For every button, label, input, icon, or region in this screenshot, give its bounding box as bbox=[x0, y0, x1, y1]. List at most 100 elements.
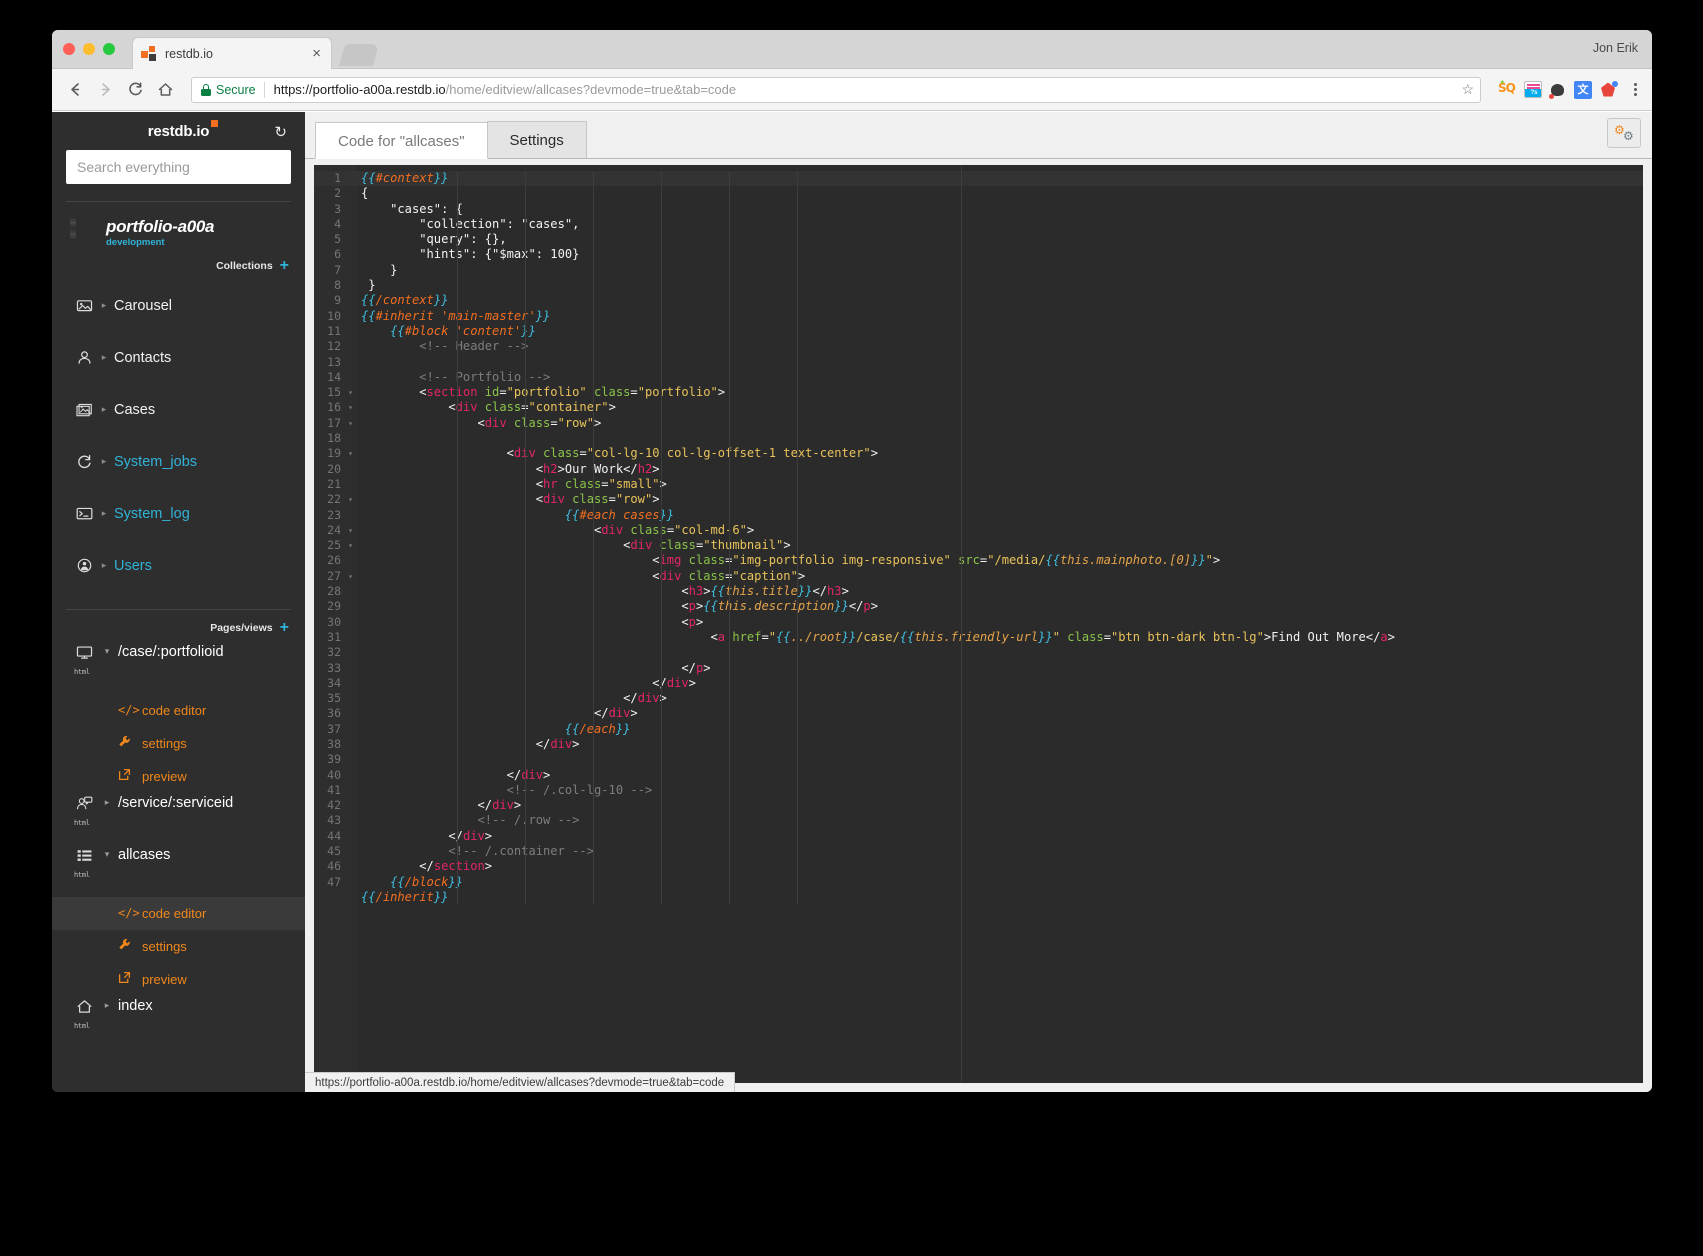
tab-settings[interactable]: Settings bbox=[486, 121, 587, 158]
code-line[interactable]: <a href="{{../root}}/case/{{this.friendl… bbox=[357, 630, 1643, 645]
restdb-brand-logo[interactable]: restdb.io bbox=[148, 119, 219, 140]
tab-code-for-allcases[interactable]: Code for "allcases" bbox=[315, 122, 488, 159]
add-page-button[interactable]: + bbox=[280, 619, 289, 636]
page-item-service-serviceid[interactable]: html ▸/service/:serviceid bbox=[52, 793, 305, 845]
code-line[interactable]: </section> bbox=[357, 859, 1643, 874]
search-input[interactable] bbox=[66, 150, 291, 184]
close-tab-icon[interactable]: × bbox=[310, 46, 323, 61]
extension-red-icon[interactable] bbox=[1599, 80, 1618, 99]
code-line[interactable]: <div class="thumbnail"> bbox=[357, 538, 1643, 553]
code-line[interactable]: <!-- /.row --> bbox=[357, 813, 1643, 828]
reload-button[interactable] bbox=[122, 77, 148, 103]
extension-bird-icon[interactable] bbox=[1549, 81, 1567, 99]
page-item-index[interactable]: html ▸ index bbox=[52, 996, 305, 1048]
page-expand-caret[interactable]: ▾ bbox=[96, 646, 118, 657]
code-line[interactable]: {{/context}} bbox=[357, 293, 1643, 308]
page-item-case-portfolioid[interactable]: html ▾/case/:portfolioid bbox=[52, 642, 305, 694]
code-line[interactable]: { bbox=[357, 186, 1643, 201]
extension-sq-icon[interactable]: ✦ SQ bbox=[1498, 78, 1517, 99]
collection-item-contacts[interactable]: ▸ Contacts bbox=[52, 332, 305, 384]
code-line[interactable]: <!-- /.col-lg-10 --> bbox=[357, 783, 1643, 798]
fold-caret-icon[interactable]: ▾ bbox=[348, 385, 353, 400]
code-line[interactable]: {{/block}} bbox=[357, 875, 1643, 890]
collection-item-system_jobs[interactable]: ▸ System_jobs bbox=[52, 436, 305, 488]
code-line[interactable]: </div> bbox=[357, 691, 1643, 706]
fold-caret-icon[interactable]: ▾ bbox=[348, 523, 353, 538]
code-line[interactable]: <div class="row"> bbox=[357, 416, 1643, 431]
page-item-allcases[interactable]: html ▾ allcases bbox=[52, 845, 305, 897]
code-line[interactable]: <p> bbox=[357, 615, 1643, 630]
code-line[interactable]: <section id="portfolio" class="portfolio… bbox=[357, 385, 1643, 400]
code-line[interactable]: <div class="row"> bbox=[357, 492, 1643, 507]
browser-profile-name[interactable]: Jon Erik bbox=[1593, 41, 1638, 55]
code-line[interactable] bbox=[357, 645, 1643, 660]
code-line[interactable]: "query": {}, bbox=[357, 232, 1643, 247]
collection-item-cases[interactable]: ▸ Cases bbox=[52, 384, 305, 436]
code-line[interactable]: } bbox=[357, 263, 1643, 278]
address-bar[interactable]: Secure https://portfolio-a00a.restdb.io/… bbox=[191, 76, 1481, 103]
collection-expand-caret[interactable]: ▸ bbox=[94, 508, 114, 519]
extension-translate-icon[interactable]: 文 bbox=[1574, 80, 1592, 99]
code-line[interactable]: <!-- Header --> bbox=[357, 339, 1643, 354]
code-line[interactable]: <div class="container"> bbox=[357, 400, 1643, 415]
settings-gear-button[interactable]: ⚙ ⚙ bbox=[1607, 118, 1641, 148]
code-line[interactable] bbox=[357, 355, 1643, 370]
code-line[interactable]: "hints": {"$max": 100} bbox=[357, 247, 1643, 262]
database-block[interactable]: portfolio-a00a development bbox=[52, 202, 305, 248]
fold-caret-icon[interactable]: ▾ bbox=[348, 400, 353, 415]
code-line[interactable]: {{/inherit}} bbox=[357, 890, 1643, 905]
page-allcases-settings[interactable]: settings bbox=[52, 930, 305, 963]
code-line[interactable]: <div class="col-md-6"> bbox=[357, 523, 1643, 538]
code-line[interactable]: <div class="col-lg-10 col-lg-offset-1 te… bbox=[357, 446, 1643, 461]
collection-expand-caret[interactable]: ▸ bbox=[94, 560, 114, 571]
page-allcases-code-editor[interactable]: </> code editor bbox=[52, 896, 305, 930]
bookmark-star-icon[interactable]: ☆ bbox=[1461, 81, 1474, 98]
code-line[interactable]: <!-- /.container --> bbox=[357, 844, 1643, 859]
code-line[interactable]: {{/each}} bbox=[357, 722, 1643, 737]
page-case-portfolioid-settings[interactable]: settings bbox=[52, 727, 305, 760]
browser-tab[interactable]: restdb.io × bbox=[132, 37, 332, 69]
code-line[interactable]: "cases": { bbox=[357, 202, 1643, 217]
page-case-portfolioid-preview[interactable]: preview bbox=[52, 760, 305, 793]
back-button[interactable] bbox=[62, 77, 88, 103]
page-expand-caret[interactable]: ▸ bbox=[96, 1000, 118, 1011]
code-line[interactable]: "collection": "cases", bbox=[357, 217, 1643, 232]
editor-code-content[interactable]: {{#context}}{ "cases": { "collection": "… bbox=[357, 165, 1643, 1083]
collection-item-system_log[interactable]: ▸ System_log bbox=[52, 488, 305, 540]
fold-caret-icon[interactable]: ▾ bbox=[348, 446, 353, 461]
code-line[interactable]: <!-- Portfolio --> bbox=[357, 370, 1643, 385]
code-line[interactable]: <img class="img-portfolio img-responsive… bbox=[357, 553, 1643, 568]
code-line[interactable]: <div class="caption"> bbox=[357, 569, 1643, 584]
sidebar-refresh-icon[interactable]: ↻ bbox=[274, 123, 287, 141]
code-line[interactable]: </div> bbox=[357, 706, 1643, 721]
code-line[interactable]: </div> bbox=[357, 798, 1643, 813]
collection-expand-caret[interactable]: ▸ bbox=[94, 456, 114, 467]
collection-item-carousel[interactable]: ▸ Carousel bbox=[52, 280, 305, 332]
extension-notes-icon[interactable]: ?s bbox=[1524, 81, 1542, 98]
chrome-menu-button[interactable] bbox=[1629, 80, 1642, 99]
page-allcases-preview[interactable]: preview bbox=[52, 963, 305, 996]
collection-expand-caret[interactable]: ▸ bbox=[94, 300, 114, 311]
code-line[interactable]: <hr class="small"> bbox=[357, 477, 1643, 492]
code-line[interactable]: </div> bbox=[357, 737, 1643, 752]
collection-item-users[interactable]: ▸ Users bbox=[52, 540, 305, 592]
page-expand-caret[interactable]: ▾ bbox=[96, 849, 118, 860]
code-line[interactable]: <h3>{{this.title}}</h3> bbox=[357, 584, 1643, 599]
code-line[interactable]: </div> bbox=[357, 768, 1643, 783]
new-tab-button[interactable] bbox=[338, 44, 380, 66]
code-line[interactable]: <h2>Our Work</h2> bbox=[357, 462, 1643, 477]
collection-expand-caret[interactable]: ▸ bbox=[94, 352, 114, 363]
code-line[interactable]: <p>{{this.description}}</p> bbox=[357, 599, 1643, 614]
code-line[interactable] bbox=[357, 752, 1643, 767]
code-line[interactable]: {{#inherit 'main-master'}} bbox=[357, 309, 1643, 324]
code-line[interactable]: </p> bbox=[357, 661, 1643, 676]
forward-button[interactable] bbox=[92, 77, 118, 103]
fold-caret-icon[interactable]: ▾ bbox=[348, 569, 353, 584]
code-line[interactable]: {{#context}} bbox=[357, 171, 1643, 187]
page-expand-caret[interactable]: ▸ bbox=[96, 797, 118, 808]
code-line[interactable]: {{#block 'content'}} bbox=[357, 324, 1643, 339]
fold-caret-icon[interactable]: ▾ bbox=[348, 416, 353, 431]
collection-expand-caret[interactable]: ▸ bbox=[94, 404, 114, 415]
add-collection-button[interactable]: + bbox=[280, 257, 289, 274]
home-button[interactable] bbox=[152, 77, 178, 103]
